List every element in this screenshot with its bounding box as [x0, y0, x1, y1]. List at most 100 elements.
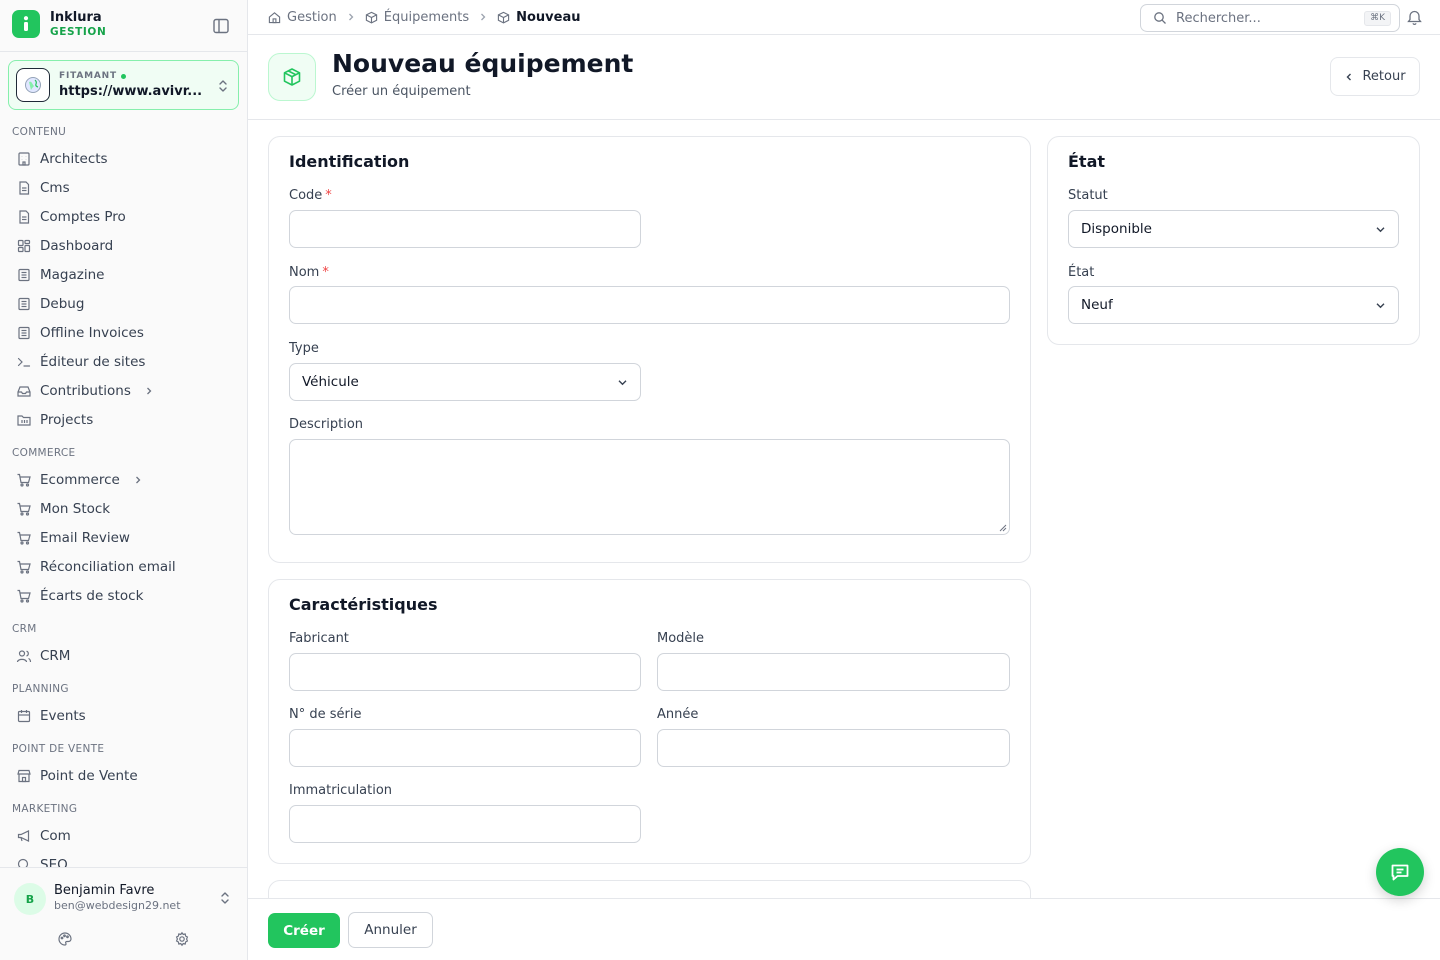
sidebar-item-mon-stock[interactable]: Mon Stock	[0, 494, 247, 523]
nav-section-commerce: COMMERCE	[12, 447, 76, 459]
cart-icon	[17, 502, 31, 516]
sidebar-item-label: Com	[40, 827, 71, 844]
etat-select[interactable]: Neuf	[1068, 286, 1399, 324]
sidebar-item-architects[interactable]: Architects	[0, 144, 247, 173]
statut-label: Statut	[1068, 188, 1108, 203]
sidebar-item-cms[interactable]: Cms	[0, 173, 247, 202]
keyboard-shortcut-badge: ⌘K	[1364, 11, 1391, 26]
type-label: Type	[289, 341, 319, 356]
serie-field[interactable]	[289, 729, 641, 767]
search-input[interactable]: Rechercher... ⌘K	[1140, 4, 1400, 32]
newspaper-icon	[18, 297, 30, 310]
sidebar-item-magazine[interactable]: Magazine	[0, 260, 247, 289]
nav-section-marketing: MARKETING	[12, 803, 78, 815]
chat-button[interactable]	[1376, 848, 1424, 896]
fabricant-label: Fabricant	[289, 631, 349, 646]
etat-label: État	[1068, 265, 1095, 280]
sidebar-item-label: Réconciliation email	[40, 558, 176, 575]
sidebar-item-email-review[interactable]: Email Review	[0, 523, 247, 552]
sidebar-item-label: Écarts de stock	[40, 587, 144, 604]
breadcrumb-item-equipements[interactable]: Équipements	[365, 10, 469, 25]
site-switcher[interactable]: FITAMANT https://www.avivr...	[8, 60, 239, 110]
chevron-left-icon	[1346, 73, 1352, 80]
nom-field[interactable]	[289, 286, 1010, 324]
chevron-down-icon	[1376, 227, 1385, 233]
back-button[interactable]: Retour	[1330, 57, 1420, 96]
newspaper-icon	[18, 326, 30, 339]
brand-subtitle: GESTION	[50, 25, 107, 38]
sidebar-item-point-de-vente[interactable]: Point de Vente	[0, 761, 247, 790]
create-button[interactable]: Créer	[268, 913, 340, 948]
package-icon	[365, 11, 377, 24]
brand-logo-icon	[12, 10, 40, 38]
sidebar-item-crm[interactable]: CRM	[0, 641, 247, 670]
cancel-button[interactable]: Annuler	[348, 912, 433, 948]
sidebar-item-seo[interactable]: SEO	[0, 850, 247, 868]
breadcrumb-label: Nouveau	[516, 9, 581, 25]
immatriculation-label: Immatriculation	[289, 783, 393, 798]
breadcrumb-item-gestion[interactable]: Gestion	[268, 10, 337, 25]
identification-card: Identification Code * Nom * Type Véhicule …	[268, 136, 1031, 563]
annee-field[interactable]	[657, 729, 1010, 767]
chevron-down-icon	[618, 380, 627, 386]
dashboard-grid-icon	[17, 239, 31, 252]
sidebar-item-label: Offline Invoices	[40, 324, 144, 341]
code-field[interactable]	[289, 210, 641, 248]
brand[interactable]: Inklura GESTION	[12, 10, 106, 38]
search-placeholder: Rechercher...	[1176, 10, 1261, 26]
search-icon	[1154, 12, 1166, 24]
statut-select[interactable]: Disponible	[1068, 210, 1399, 248]
sidebar-item-contributions[interactable]: Contributions	[0, 376, 247, 405]
gear-icon[interactable]	[174, 931, 190, 947]
sidebar-item-ecommerce[interactable]: Ecommerce	[0, 465, 247, 494]
calendar-icon	[17, 709, 31, 722]
sidebar-toggle-icon[interactable]	[212, 17, 230, 35]
bell-icon[interactable]	[1406, 9, 1423, 26]
terminal-icon	[17, 357, 31, 367]
sidebar-item-label: Events	[40, 707, 86, 724]
page-subtitle: Créer un équipement	[332, 84, 471, 99]
online-status-dot	[120, 73, 126, 79]
type-select[interactable]: Véhicule	[289, 363, 641, 401]
modele-label: Modèle	[657, 631, 705, 646]
megaphone-icon	[17, 829, 30, 842]
chevron-up-down-icon	[219, 80, 227, 92]
sidebar-item-dashboard[interactable]: Dashboard	[0, 231, 247, 260]
sidebar: Inklura GESTION FITAMANT https://www.avi…	[0, 0, 248, 960]
user-menu[interactable]: B Benjamin Favre ben@webdesign29.net	[0, 867, 247, 960]
sidebar-divider	[0, 51, 247, 52]
users-icon	[16, 649, 32, 662]
palette-icon[interactable]	[57, 931, 73, 947]
serie-label: N° de série	[289, 707, 362, 722]
resize-handle-icon[interactable]	[999, 524, 1007, 532]
breadcrumb-label: Gestion	[287, 9, 337, 25]
etat-card: État Statut Disponible État Neuf	[1047, 136, 1420, 345]
sidebar-item-label: Dashboard	[40, 237, 114, 254]
code-label: Code *	[289, 188, 332, 203]
sidebar-item-ecarts-de-stock[interactable]: Écarts de stock	[0, 581, 247, 610]
sidebar-item-label: Projects	[40, 411, 94, 428]
breadcrumb-item-nouveau: Nouveau	[497, 10, 580, 25]
page-title: Nouveau équipement	[332, 49, 634, 78]
sidebar-item-reconciliation-email[interactable]: Réconciliation email	[0, 552, 247, 581]
required-mark: *	[322, 265, 329, 280]
sidebar-item-offline-invoices[interactable]: Offline Invoices	[0, 318, 247, 347]
chevron-right-icon	[135, 476, 141, 483]
sidebar-item-comptes-pro[interactable]: Comptes Pro	[0, 202, 247, 231]
cart-icon	[17, 473, 31, 487]
sidebar-item-events[interactable]: Events	[0, 701, 247, 730]
package-icon	[497, 11, 510, 24]
immatriculation-field[interactable]	[289, 805, 641, 843]
sidebar-item-com[interactable]: Com	[0, 821, 247, 850]
modele-field[interactable]	[657, 653, 1010, 691]
sidebar-item-debug[interactable]: Debug	[0, 289, 247, 318]
fabricant-field[interactable]	[289, 653, 641, 691]
sidebar-item-editeur-de-sites[interactable]: Éditeur de sites	[0, 347, 247, 376]
chevron-right-icon	[481, 13, 486, 21]
user-email: ben@webdesign29.net	[54, 899, 181, 912]
chat-bubble-icon	[1391, 864, 1409, 881]
sidebar-item-projects[interactable]: Projects	[0, 405, 247, 434]
page-header: Nouveau équipement Créer un équipement R…	[248, 35, 1440, 120]
nom-label: Nom *	[289, 265, 329, 280]
description-textarea[interactable]	[289, 439, 1010, 535]
